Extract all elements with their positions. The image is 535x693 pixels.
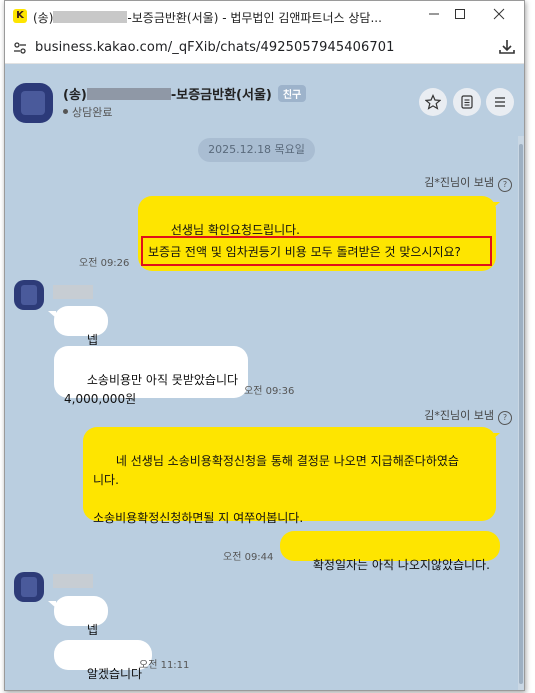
my-message-bubble[interactable]: 확정일자는 아직 나오지않았습니다. — [280, 531, 500, 572]
info-icon[interactable]: ? — [498, 411, 512, 425]
list-icon — [461, 95, 473, 109]
favorite-button[interactable] — [419, 88, 447, 116]
chat-title: (송) -보증금반환(서울) 친구 — [63, 84, 307, 103]
redacted-name — [53, 11, 128, 23]
menu-icon — [495, 97, 505, 107]
info-icon[interactable]: ? — [498, 178, 512, 192]
friend-badge: 친구 — [277, 85, 307, 102]
message-text: 선생님 확인요청드립니다. — [170, 223, 300, 237]
participant-name-redacted — [53, 285, 93, 299]
message-text: 네 선생님 소송비용확정신청을 통해 결정문 나오면 지급해준다하였습 니다. … — [93, 454, 459, 525]
message-time: 오전 09:36 — [244, 386, 295, 397]
download-icon[interactable] — [498, 38, 516, 56]
message-text: 확정일자는 아직 나오지않았습니다. — [312, 558, 490, 572]
minimize-icon — [429, 13, 439, 15]
message-text: 넵 — [86, 623, 98, 637]
window-title: (송) -보증금반환(서울) - 법무법인 김앤파트너스 상담... — [33, 9, 382, 26]
sender-label: 김*진님이 보냄? — [424, 407, 512, 425]
close-icon — [493, 8, 505, 20]
bubble-tail — [492, 202, 500, 209]
chat-area[interactable]: (송) -보증금반환(서울) 친구 상담완료 2025.12.18 목요일 김*진님… — [5, 64, 524, 690]
star-icon — [424, 94, 442, 110]
status-text: 상담완료 — [72, 106, 113, 119]
their-message-bubble[interactable]: 넵 — [54, 306, 108, 347]
message-text: 넵 — [86, 333, 98, 347]
chat-status: 상담완료 — [63, 104, 112, 120]
window-title-suffix: -보증금반환(서울) - 법무법인 김앤파트너스 상담... — [127, 11, 382, 25]
close-button[interactable] — [489, 7, 509, 27]
scrollbar-thumb[interactable] — [519, 144, 523, 684]
minimize-button[interactable] — [424, 7, 444, 27]
sender-label: 김*진님이 보냄? — [424, 174, 512, 192]
participant-avatar[interactable] — [14, 280, 44, 310]
message-time: 오전 09:44 — [223, 552, 274, 563]
their-message-bubble[interactable]: 소송비용만 아직 못받았습니다 4,000,000원 — [54, 346, 249, 406]
my-message-bubble[interactable]: 네 선생님 소송비용확정신청을 통해 결정문 나오면 지급해준다하였습 니다. … — [83, 427, 496, 525]
chat-title-prefix: (송) — [63, 88, 87, 103]
participant-name-redacted — [53, 574, 93, 588]
chat-title-suffix: -보증금반환(서울) — [170, 88, 272, 103]
browser-window: K (송) -보증금반환(서울) - 법무법인 김앤파트너스 상담... busi… — [4, 0, 525, 691]
bubble-tail — [492, 433, 500, 440]
site-settings-icon[interactable] — [13, 41, 27, 55]
their-message-bubble[interactable]: 넵 — [54, 596, 108, 637]
maximize-icon — [455, 9, 465, 19]
message-time: 오전 11:11 — [139, 660, 190, 671]
message-time: 오전 09:26 — [79, 258, 130, 269]
title-bar: K (송) -보증금반환(서울) - 법무법인 김앤파트너스 상담... — [5, 1, 524, 33]
bubble-tail — [48, 601, 56, 608]
url-text[interactable]: business.kakao.com/_qFXib/chats/49250579… — [35, 40, 394, 55]
menu-button[interactable] — [486, 88, 514, 116]
highlighted-message-text: 보증금 전액 및 임차권등기 비용 모두 돌려받은 것 맞으시지요? — [148, 245, 461, 259]
kakao-app-icon: K — [13, 9, 27, 23]
their-message-bubble[interactable]: 알겠습니다 — [54, 640, 153, 681]
window-title-prefix: (송) — [33, 11, 54, 25]
notes-button[interactable] — [453, 88, 481, 116]
bubble-tail — [48, 311, 56, 318]
participant-avatar[interactable] — [14, 572, 44, 602]
date-divider: 2025.12.18 목요일 — [198, 138, 315, 162]
chat-avatar[interactable] — [13, 83, 53, 123]
maximize-button[interactable] — [450, 7, 470, 27]
redacted-name — [86, 88, 171, 100]
message-text: 소송비용만 아직 못받았습니다 4,000,000원 — [64, 373, 239, 406]
status-dot — [63, 109, 68, 114]
message-text: 알겠습니다 — [86, 667, 143, 681]
address-bar: business.kakao.com/_qFXib/chats/49250579… — [5, 33, 524, 64]
